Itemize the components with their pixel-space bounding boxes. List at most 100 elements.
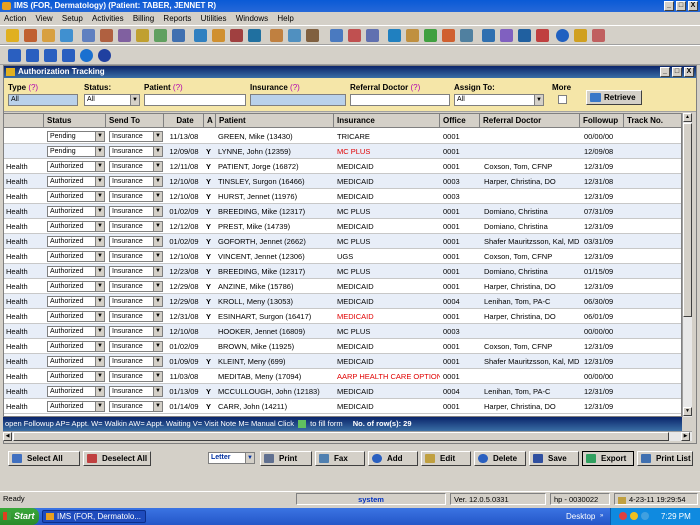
type-column-header[interactable]	[4, 114, 44, 128]
rx-icon[interactable]	[154, 29, 167, 42]
scroll-right-icon[interactable]: ▶	[681, 432, 690, 441]
inner-close-button[interactable]: X	[684, 67, 694, 77]
mail-icon[interactable]	[348, 29, 361, 42]
referral-doctor-field[interactable]	[350, 94, 450, 106]
scroll-down-icon[interactable]: ▼	[683, 407, 692, 416]
send-to-dropdown[interactable]: Insurance ▼	[109, 401, 163, 412]
table-row[interactable]: Health 12/23/08 Y BREEDING, Mike (12317) MC …	[4, 264, 681, 279]
status-dropdown[interactable]: Authorized ▼	[47, 326, 105, 337]
status-dropdown[interactable]: Pending ▼	[47, 146, 105, 157]
fax-icon[interactable]	[330, 29, 343, 42]
send-to-dropdown[interactable]: Insurance ▼	[109, 356, 163, 367]
table-row[interactable]: Health 11/03/08 MEDITAB, Meny (17094) AARP …	[4, 369, 681, 384]
previous-record-icon[interactable]	[26, 49, 39, 62]
table-row[interactable]: Health 01/14/09 Y CARR, John (14211) MEDICAI…	[4, 399, 681, 414]
status-dropdown[interactable]: Authorized ▼	[47, 356, 105, 367]
reload-icon[interactable]	[80, 49, 93, 62]
last-record-icon[interactable]	[62, 49, 75, 62]
send-to-dropdown[interactable]: Insurance ▼	[109, 371, 163, 382]
table-row[interactable]: Health 12/12/08 Y PREST, Mike (14739) MEDICA…	[4, 219, 681, 234]
status-dropdown[interactable]: Authorized ▼	[47, 236, 105, 247]
menu-windows[interactable]: Windows	[232, 12, 271, 25]
send-to-dropdown[interactable]: Insurance ▼	[109, 236, 163, 247]
status-dropdown[interactable]: Authorized ▼	[47, 371, 105, 382]
pdf-icon[interactable]	[536, 29, 549, 42]
delete-button[interactable]: Delete	[474, 451, 526, 466]
more-checkbox[interactable]	[558, 95, 567, 104]
lock-icon[interactable]	[574, 29, 587, 42]
minimize-button[interactable]: _	[664, 1, 674, 11]
retrieve-button[interactable]: Retrieve	[586, 90, 642, 105]
table-row[interactable]: Health 12/10/08 HOOKER, Jennet (16809) MC P…	[4, 324, 681, 339]
followup-column-header[interactable]: Followup	[580, 114, 624, 128]
tray-icon-2[interactable]	[630, 512, 638, 520]
send-to-dropdown[interactable]: Insurance ▼	[109, 131, 163, 142]
table-row[interactable]: Health 01/02/09 Y GOFORTH, Jennet (2662) MC …	[4, 234, 681, 249]
inbox-icon[interactable]	[388, 29, 401, 42]
send-to-column-header[interactable]: Send To	[106, 114, 164, 128]
send-to-dropdown[interactable]: Insurance ▼	[109, 326, 163, 337]
tray-icon-3[interactable]	[641, 512, 649, 520]
chart-icon[interactable]	[24, 29, 37, 42]
status-dropdown[interactable]: All ▼	[84, 94, 140, 106]
alert-icon[interactable]	[442, 29, 455, 42]
archive-icon[interactable]	[406, 29, 419, 42]
card-icon[interactable]	[306, 29, 319, 42]
taskbar-ims-button[interactable]: IMS (FOR, Dermatolo...	[42, 510, 146, 523]
patient-icon[interactable]	[6, 29, 19, 42]
flask-icon[interactable]	[136, 29, 149, 42]
table-row[interactable]: Health 12/29/08 Y KROLL, Meny (13053) MEDICA…	[4, 294, 681, 309]
date-column-header[interactable]: Date	[164, 114, 204, 128]
send-to-dropdown[interactable]: Insurance ▼	[109, 251, 163, 262]
close-button[interactable]: X	[688, 1, 698, 11]
vertical-scrollbar[interactable]: ▲ ▼	[682, 113, 692, 417]
menu-action[interactable]: Action	[0, 12, 29, 25]
group-icon[interactable]	[424, 29, 437, 42]
assign-to-dropdown[interactable]: All ▼	[454, 94, 544, 106]
folder-icon[interactable]	[42, 29, 55, 42]
letter-dropdown[interactable]: Letter ▼	[208, 452, 255, 464]
inner-minimize-button[interactable]: _	[660, 67, 670, 77]
sync-icon[interactable]	[500, 29, 513, 42]
send-to-dropdown[interactable]: Insurance ▼	[109, 206, 163, 217]
start-button[interactable]: Start	[0, 508, 39, 525]
inner-maximize-button[interactable]: □	[672, 67, 682, 77]
toolbar-expand-icon[interactable]: »	[600, 512, 607, 520]
schedule-icon[interactable]	[82, 29, 95, 42]
status-dropdown[interactable]: Authorized ▼	[47, 221, 105, 232]
status-dropdown[interactable]: Authorized ▼	[47, 281, 105, 292]
scroll-thumb[interactable]	[683, 123, 692, 317]
status-dropdown[interactable]: Authorized ▼	[47, 386, 105, 397]
h-scroll-thumb[interactable]	[13, 432, 669, 441]
type-field[interactable]: All	[8, 94, 78, 106]
send-to-dropdown[interactable]: Insurance ▼	[109, 296, 163, 307]
notes-icon[interactable]	[100, 29, 113, 42]
table-row[interactable]: Health 12/31/08 Y ESINHART, Surgon (16417) M…	[4, 309, 681, 324]
print-list-button[interactable]: Print List	[637, 451, 693, 466]
menu-setup[interactable]: Setup	[58, 12, 86, 25]
scroll-up-icon[interactable]: ▲	[683, 113, 692, 122]
table-row[interactable]: Health 01/09/09 Y KLEINT, Meny (699) MEDICAI…	[4, 354, 681, 369]
horizontal-scrollbar[interactable]: ◀ ▶	[3, 431, 692, 441]
status-dropdown[interactable]: Authorized ▼	[47, 311, 105, 322]
send-to-dropdown[interactable]: Insurance ▼	[109, 221, 163, 232]
print-button[interactable]: Print	[260, 451, 312, 466]
patient-column-header[interactable]: Patient	[216, 114, 334, 128]
send-to-dropdown[interactable]: Insurance ▼	[109, 266, 163, 277]
status-dropdown[interactable]: Authorized ▼	[47, 401, 105, 412]
scan-icon[interactable]	[366, 29, 379, 42]
status-dropdown[interactable]: Pending ▼	[47, 131, 105, 142]
table-row[interactable]: Health 12/10/08 Y HURST, Jennet (11976) MEDI…	[4, 189, 681, 204]
table-row[interactable]: Health 12/11/08 Y PATIENT, Jorge (16872) MED…	[4, 159, 681, 174]
send-to-dropdown[interactable]: Insurance ▼	[109, 386, 163, 397]
payment-icon[interactable]	[212, 29, 225, 42]
address-icon[interactable]	[288, 29, 301, 42]
calendar-icon[interactable]	[60, 29, 73, 42]
add-button[interactable]: Add	[368, 451, 418, 466]
status-dropdown[interactable]: Authorized ▼	[47, 251, 105, 262]
status-dropdown[interactable]: Authorized ▼	[47, 206, 105, 217]
table-row[interactable]: Health 01/02/09 BROWN, Mike (11925) MEDICAI…	[4, 339, 681, 354]
menu-help[interactable]: Help	[273, 12, 296, 25]
patient-field[interactable]	[144, 94, 246, 106]
table-row[interactable]: 11/13/08 GREEN, Mike (13430) TRICARE 0001 00…	[4, 129, 681, 144]
